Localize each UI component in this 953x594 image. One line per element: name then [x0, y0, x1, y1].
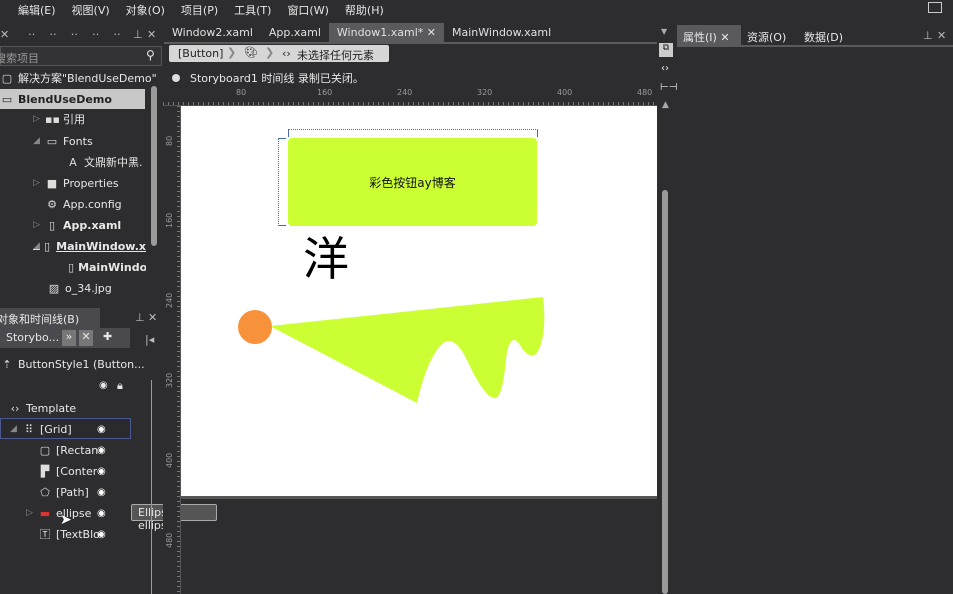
- right-panel-tabs: 属性(I) ✕ 资源(O) 数据(D) ⊥ ✕: [677, 25, 953, 47]
- path-shape[interactable]: [270, 297, 545, 403]
- collapse-arrow-icon[interactable]: ▼: [661, 27, 667, 36]
- tab-properties[interactable]: 属性(I) ✕: [677, 25, 741, 45]
- tab-label: 属性(I): [683, 31, 717, 44]
- canvas-vertical-scrollbar[interactable]: [662, 190, 668, 594]
- ellipse-shape[interactable]: [238, 310, 272, 344]
- tab-data[interactable]: 数据(D): [804, 29, 843, 45]
- path-shape-layer: [238, 297, 545, 403]
- xaml-view-icon[interactable]: ‹›: [661, 63, 669, 74]
- close-icon[interactable]: ✕: [720, 31, 729, 44]
- tab-resources[interactable]: 资源(O): [747, 29, 786, 45]
- scroll-up-icon[interactable]: ▲: [662, 100, 669, 110]
- pin-icon[interactable]: ⊥: [923, 29, 933, 42]
- artboard-view-icon[interactable]: ⧉: [659, 43, 673, 57]
- split-view-icon[interactable]: ⊢⊣: [660, 82, 677, 93]
- close-panel-icon[interactable]: ✕: [937, 29, 946, 42]
